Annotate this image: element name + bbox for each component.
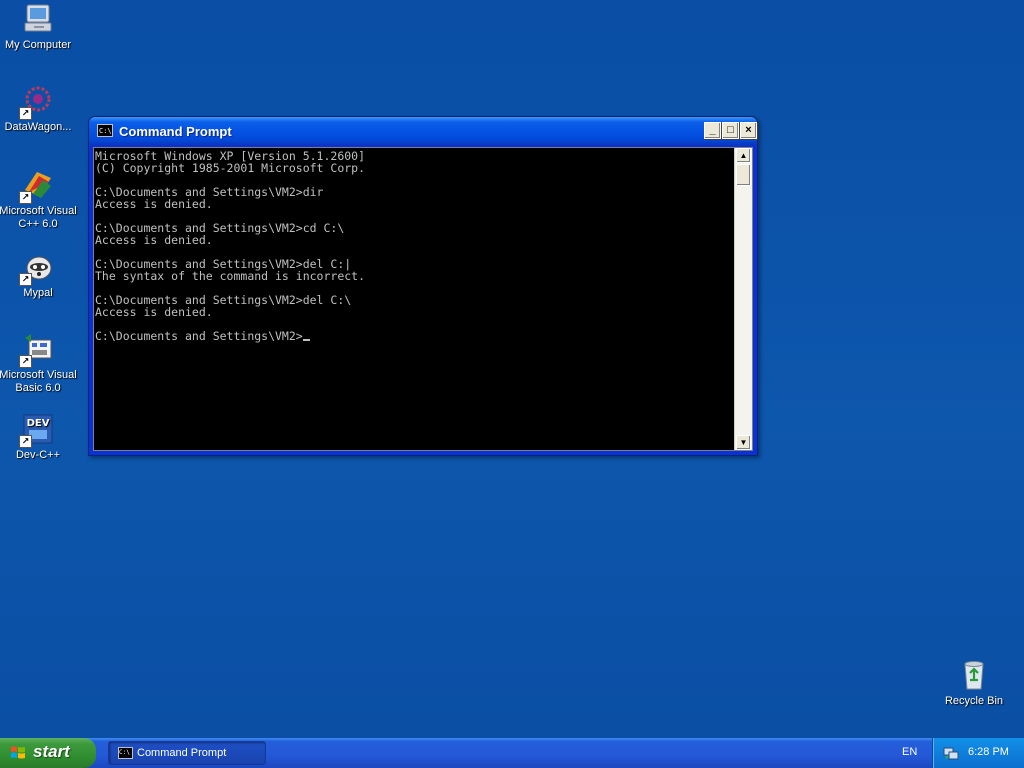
shortcut-arrow-icon: ↗: [19, 107, 32, 120]
visual-basic-icon: ↗: [19, 332, 55, 368]
desktop-icon-label: Microsoft Visual Basic 6.0: [0, 369, 77, 394]
datawagon-icon: ↗: [19, 84, 55, 120]
scroll-up-button[interactable]: ▲: [736, 148, 751, 163]
clock[interactable]: 6:28 PM: [968, 746, 1009, 758]
console-icon: C:\: [118, 747, 133, 759]
desktop-icon-label: Recycle Bin: [944, 695, 1004, 707]
desktop-icon-label: DataWagon...: [4, 121, 72, 133]
mypal-icon: ↗: [19, 250, 55, 286]
close-button[interactable]: ×: [740, 122, 757, 139]
desktop-icon-visual-cpp[interactable]: ↗ Microsoft Visual C++ 6.0: [0, 168, 79, 231]
desktop-icon-label: Dev-C++: [15, 449, 61, 461]
scroll-thumb[interactable]: [736, 164, 751, 186]
console-line: Access is denied.: [95, 197, 213, 211]
language-indicator[interactable]: EN: [902, 746, 917, 758]
minimize-button[interactable]: _: [704, 122, 721, 139]
console-line: Access is denied.: [95, 305, 213, 319]
windows-logo-icon: [11, 746, 25, 759]
console-line: C:\Documents and Settings\VM2>: [95, 330, 734, 342]
visual-cpp-icon: ↗: [19, 168, 55, 204]
scroll-down-button[interactable]: ▼: [736, 435, 751, 450]
network-icon[interactable]: [943, 745, 959, 761]
desktop-icon-label: My Computer: [4, 39, 72, 51]
svg-text:DEV: DEV: [27, 418, 50, 429]
shortcut-arrow-icon: ↗: [19, 355, 32, 368]
window-titlebar[interactable]: C:\ Command Prompt _ □ ×: [89, 117, 757, 145]
taskbar: start C:\ Command Prompt EN 6:28 PM: [0, 738, 1024, 768]
desktop-icon-my-computer[interactable]: My Computer: [0, 2, 79, 52]
console-output[interactable]: Microsoft Windows XP [Version 5.1.2600](…: [94, 148, 734, 450]
desktop-icon-datawagon[interactable]: ↗ DataWagon...: [0, 84, 79, 134]
maximize-button[interactable]: □: [722, 122, 739, 139]
taskbar-item-label: Command Prompt: [137, 747, 227, 759]
text-cursor: [302, 339, 310, 341]
desktop-icon-label: Microsoft Visual C++ 6.0: [0, 205, 77, 230]
recycle-bin-icon: [957, 658, 991, 692]
console-icon: C:\: [97, 124, 113, 137]
shortcut-arrow-icon: ↗: [19, 435, 32, 448]
shortcut-arrow-icon: ↗: [19, 191, 32, 204]
desktop-icon-recycle-bin[interactable]: Recycle Bin: [933, 658, 1015, 708]
start-button[interactable]: start: [0, 738, 96, 768]
desktop-icon-visual-basic[interactable]: ↗ Microsoft Visual Basic 6.0: [0, 332, 79, 395]
vertical-scrollbar[interactable]: ▲ ▼: [734, 148, 752, 450]
console-line: (C) Copyright 1985-2001 Microsoft Corp.: [95, 161, 366, 175]
start-label: start: [33, 742, 70, 761]
console-line: Access is denied.: [95, 233, 213, 247]
command-prompt-window[interactable]: C:\ Command Prompt _ □ × Microsoft Windo…: [88, 116, 758, 456]
console-client-area[interactable]: Microsoft Windows XP [Version 5.1.2600](…: [93, 147, 753, 451]
taskbar-item-command-prompt[interactable]: C:\ Command Prompt: [108, 741, 266, 765]
my-computer-icon: [21, 2, 55, 36]
dev-cpp-icon: DEV ↗: [19, 412, 55, 448]
shortcut-arrow-icon: ↗: [19, 273, 32, 286]
window-title: Command Prompt: [119, 124, 232, 139]
desktop-icon-dev-cpp[interactable]: DEV ↗ Dev-C++: [0, 412, 79, 462]
system-tray: 6:28 PM: [932, 738, 1024, 768]
desktop-icon-mypal[interactable]: ↗ Mypal: [0, 250, 79, 300]
desktop-icon-label: Mypal: [23, 287, 53, 299]
console-line: The syntax of the command is incorrect.: [95, 269, 366, 283]
